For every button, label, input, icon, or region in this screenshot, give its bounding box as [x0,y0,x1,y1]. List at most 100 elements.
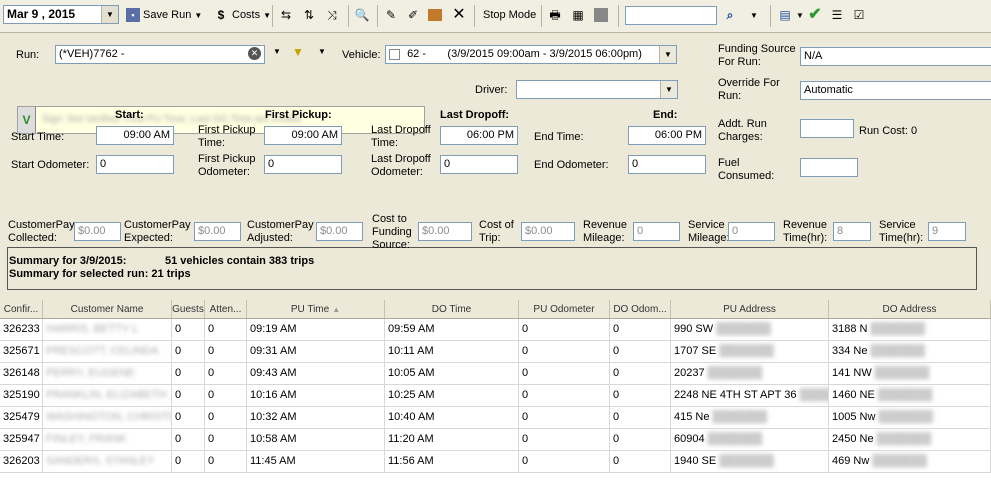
cell-do-address[interactable]: 469 Nw ███████ [829,451,991,473]
cell-pu-address[interactable]: 2248 NE 4TH ST APT 36 ███████ [671,385,829,407]
cost-to-funding-source-input[interactable]: $0.00 [418,222,472,241]
cell-do-odometer[interactable]: 0 [610,319,671,341]
disabled-tool-button[interactable] [594,5,608,25]
chevron-down-icon[interactable]: ▼ [660,81,677,98]
last-dropoff-odometer-input[interactable]: 0 [440,155,518,174]
column-header-pu-address[interactable]: PU Address [671,300,829,319]
start-odometer-input[interactable]: 0 [96,155,174,174]
cell-pu-time[interactable]: 11:45 AM [247,451,385,473]
column-header-do-time[interactable]: DO Time [385,300,519,319]
cell-do-time[interactable]: 10:11 AM [385,341,519,363]
end-odometer-input[interactable]: 0 [628,155,706,174]
cell-attendants[interactable]: 0 [205,363,247,385]
cell-pu-odometer[interactable]: 0 [519,407,610,429]
grid-view-button[interactable]: ▤ ▼ [777,5,804,25]
cell-confirmation[interactable]: 325190 [0,385,43,407]
chevron-down-icon[interactable]: ▼ [101,6,118,23]
service-time-input[interactable]: 9 [928,222,966,241]
search-input[interactable] [625,6,717,25]
inspect-button[interactable]: 🔍 [354,5,370,25]
start-time-input[interactable]: 09:00 AM [96,126,174,145]
cell-do-address[interactable]: 141 NW ███████ [829,363,991,385]
delete-button[interactable]: ✕ [451,5,467,25]
cell-do-time[interactable]: 11:20 AM [385,429,519,451]
print-button[interactable]: 🖶 [547,5,563,25]
cell-confirmation[interactable]: 326233 [0,319,43,341]
cell-confirmation[interactable]: 326148 [0,363,43,385]
trip-tool-button-1[interactable]: ⇆ [278,5,294,25]
notes-button[interactable]: ✐ [405,5,421,25]
cell-do-address[interactable]: 3188 N ███████ [829,319,991,341]
cell-guests[interactable]: 0 [172,363,205,385]
cell-pu-address[interactable]: 1940 SE ███████ [671,451,829,473]
cell-pu-address[interactable]: 60904 ███████ [671,429,829,451]
cell-attendants[interactable]: 0 [205,385,247,407]
driver-combo[interactable]: ▼ [516,80,678,99]
cell-do-odometer[interactable]: 0 [610,429,671,451]
search-button[interactable]: ⌕ [722,5,738,25]
cell-do-time[interactable]: 10:05 AM [385,363,519,385]
cell-guests[interactable]: 0 [172,341,205,363]
cell-guests[interactable]: 0 [172,451,205,473]
cell-attendants[interactable]: 0 [205,319,247,341]
cell-confirmation[interactable]: 325479 [0,407,43,429]
cell-pu-odometer[interactable]: 0 [519,341,610,363]
cell-do-odometer[interactable]: 0 [610,363,671,385]
cell-confirmation[interactable]: 325671 [0,341,43,363]
stop-mode-button[interactable]: Stop Mode [483,5,536,25]
run-combo[interactable]: (*VEH)7762 - ✕ [55,45,265,64]
cell-do-address[interactable]: 1005 Nw ███████ [829,407,991,429]
cell-do-odometer[interactable]: 0 [610,407,671,429]
schedule-button[interactable]: ▦ [570,5,586,25]
cell-attendants[interactable]: 0 [205,407,247,429]
fuel-consumed-input[interactable] [800,158,858,177]
cell-do-time[interactable]: 11:56 AM [385,451,519,473]
cell-do-odometer[interactable]: 0 [610,341,671,363]
trip-tool-button-2[interactable]: ⇅ [301,5,317,25]
cell-pu-address[interactable]: 20237 ███████ [671,363,829,385]
cell-confirmation[interactable]: 326203 [0,451,43,473]
cell-guests[interactable]: 0 [172,319,205,341]
cell-pu-odometer[interactable]: 0 [519,429,610,451]
revenue-mileage-input[interactable]: 0 [633,222,680,241]
cell-pu-address[interactable]: 415 Ne ███████ [671,407,829,429]
cp-collected-input[interactable]: $0.00 [74,222,121,241]
column-header-do-odometer[interactable]: DO Odom... [610,300,671,319]
filter-icon[interactable]: ▼ [292,45,304,59]
chevron-down-icon[interactable]: ▼ [318,47,326,56]
column-header-guests[interactable]: Guests [172,300,205,319]
cell-pu-time[interactable]: 10:58 AM [247,429,385,451]
verify-button[interactable]: ✎ [383,5,399,25]
cell-do-time[interactable]: 09:59 AM [385,319,519,341]
cp-adjusted-input[interactable]: $0.00 [316,222,363,241]
cell-customer-name[interactable]: SANDERS, STANLEY [43,451,172,473]
cell-pu-address[interactable]: 990 SW ███████ [671,319,829,341]
trip-tool-button-3[interactable]: ⤨ [324,5,340,25]
briefcase-button[interactable] [428,5,442,25]
cell-do-address[interactable]: 334 Ne ███████ [829,341,991,363]
cell-do-odometer[interactable]: 0 [610,451,671,473]
cell-customer-name[interactable]: PRESCOTT, CELINDA [43,341,172,363]
cell-pu-odometer[interactable]: 0 [519,319,610,341]
column-header-pu-odometer[interactable]: PU Odometer [519,300,610,319]
cp-expected-input[interactable]: $0.00 [194,222,241,241]
funding-source-field[interactable]: N/A [800,47,991,66]
end-time-input[interactable]: 06:00 PM [628,126,706,145]
cell-pu-odometer[interactable]: 0 [519,385,610,407]
cell-customer-name[interactable]: FRANKLIN, ELIZABETH [43,385,172,407]
cell-customer-name[interactable]: WASHINGTON, CHRISTOPHER [43,407,172,429]
list-button[interactable]: ☰ [829,5,845,25]
checkbox-list-button[interactable]: ☑ [851,5,867,25]
cell-do-time[interactable]: 10:25 AM [385,385,519,407]
column-header-customer-name[interactable]: Customer Name [43,300,172,319]
cell-pu-time[interactable]: 09:19 AM [247,319,385,341]
first-pickup-time-input[interactable]: 09:00 AM [264,126,342,145]
cell-guests[interactable]: 0 [172,407,205,429]
save-run-button[interactable]: ▪ Save Run ▼ [126,5,202,25]
column-header-confirmation[interactable]: Confir... [0,300,43,319]
chevron-down-icon[interactable]: ▼ [659,46,676,63]
cell-pu-odometer[interactable]: 0 [519,363,610,385]
chevron-down-icon[interactable]: ▼ [273,47,281,56]
last-dropoff-time-input[interactable]: 06:00 PM [440,126,518,145]
column-header-do-address[interactable]: DO Address [829,300,991,319]
